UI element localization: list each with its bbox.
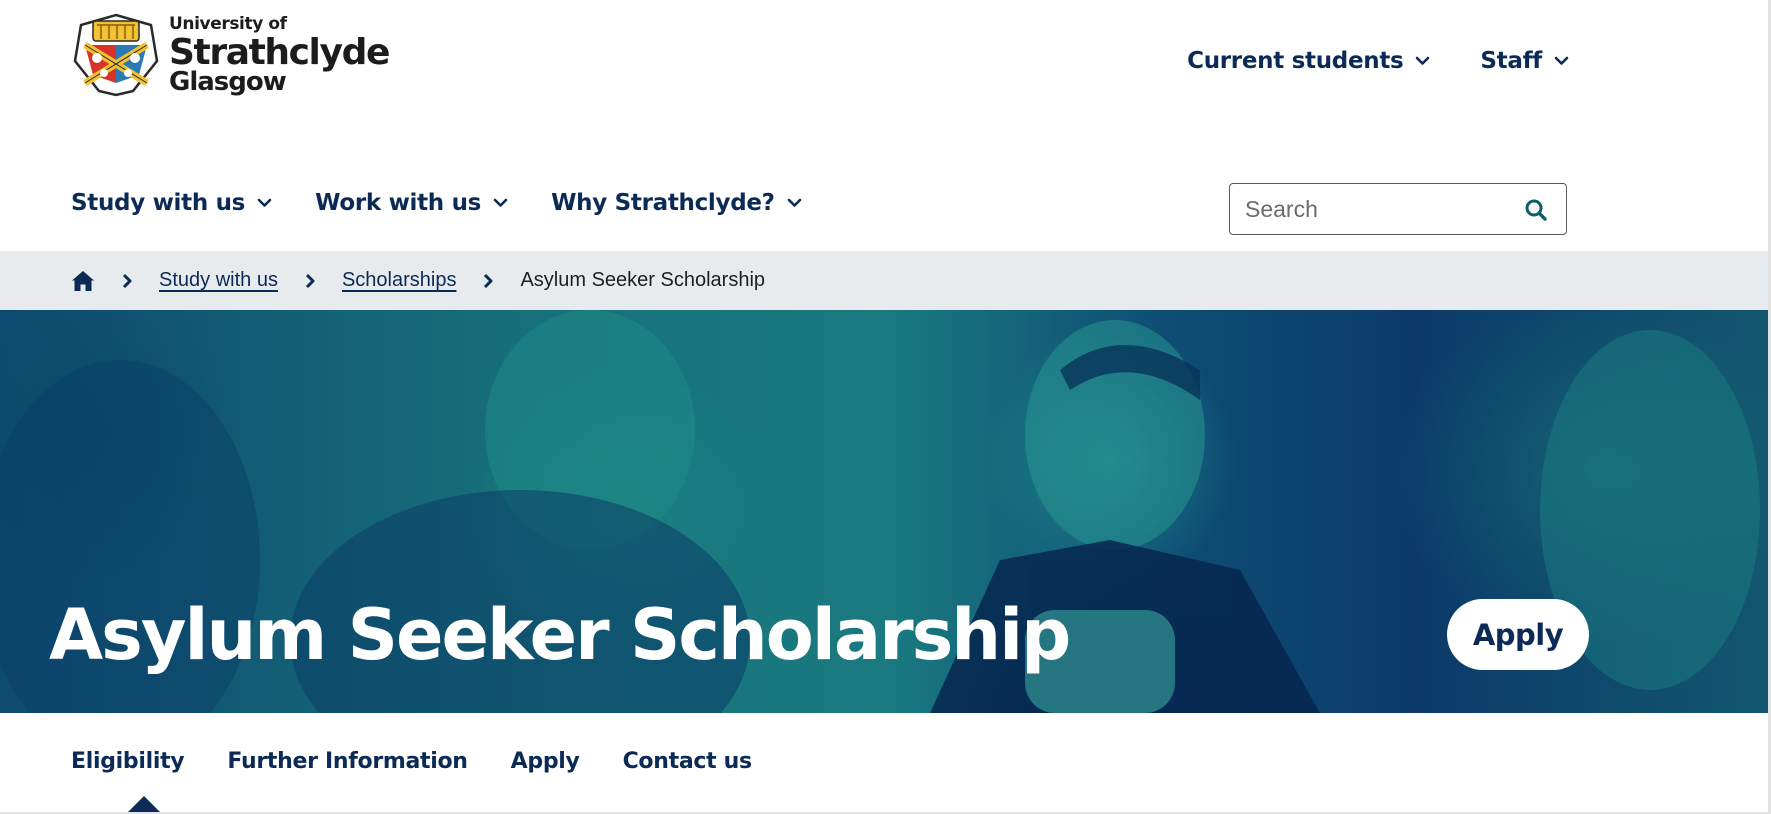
main-nav-why-strathclyde[interactable]: Why Strathclyde? bbox=[551, 190, 802, 216]
page-title: Asylum Seeker Scholarship bbox=[49, 594, 1071, 676]
main-nav-label: Work with us bbox=[315, 190, 482, 216]
chevron-down-icon bbox=[1416, 56, 1430, 65]
active-tab-indicator bbox=[127, 796, 161, 813]
chevron-down-icon bbox=[787, 198, 802, 207]
university-logo[interactable]: University of Strathclyde Glasgow bbox=[71, 13, 390, 97]
chevron-down-icon bbox=[1554, 56, 1569, 65]
breadcrumb: Study with us Scholarships Asylum Seeker… bbox=[71, 251, 765, 310]
crest-logo bbox=[73, 13, 159, 97]
chevron-down-icon bbox=[493, 198, 508, 207]
search-input[interactable] bbox=[1243, 194, 1517, 224]
breadcrumb-bar: Study with us Scholarships Asylum Seeker… bbox=[0, 251, 1768, 310]
search-box bbox=[1229, 183, 1567, 235]
chevron-right-icon bbox=[122, 273, 132, 288]
wordmark: University of Strathclyde Glasgow bbox=[169, 13, 390, 95]
tab-further-information[interactable]: Further Information bbox=[227, 749, 468, 774]
main-nav: Study with us Work with us Why Strathcly… bbox=[71, 190, 802, 216]
main-nav-study-with-us[interactable]: Study with us bbox=[71, 190, 272, 216]
main-nav-label: Study with us bbox=[71, 190, 246, 216]
section-tabs: Eligibility Further Information Apply Co… bbox=[71, 749, 752, 774]
utility-nav-label: Current students bbox=[1187, 48, 1404, 74]
breadcrumb-link-scholarships[interactable]: Scholarships bbox=[342, 269, 457, 292]
home-icon[interactable] bbox=[71, 270, 95, 292]
hero-banner: Asylum Seeker Scholarship Apply bbox=[0, 310, 1768, 713]
apply-button[interactable]: Apply bbox=[1447, 599, 1589, 670]
chevron-right-icon bbox=[484, 273, 493, 288]
breadcrumb-link-study-with-us[interactable]: Study with us bbox=[159, 269, 278, 292]
main-nav-label: Why Strathclyde? bbox=[551, 190, 775, 216]
breadcrumb-current: Asylum Seeker Scholarship bbox=[520, 269, 766, 291]
utility-nav-label: Staff bbox=[1480, 48, 1542, 74]
chevron-down-icon bbox=[257, 198, 272, 207]
tab-apply[interactable]: Apply bbox=[511, 749, 580, 774]
tab-eligibility[interactable]: Eligibility bbox=[71, 749, 185, 774]
wordmark-line-2: Strathclyde bbox=[169, 31, 390, 73]
utility-nav-staff[interactable]: Staff bbox=[1480, 48, 1569, 74]
tab-contact-us[interactable]: Contact us bbox=[623, 749, 753, 774]
utility-nav-current-students[interactable]: Current students bbox=[1187, 48, 1430, 74]
utility-nav: Current students Staff bbox=[1187, 48, 1569, 74]
chevron-right-icon bbox=[305, 273, 315, 288]
wordmark-line-1: University of bbox=[169, 13, 287, 34]
search-icon[interactable] bbox=[1524, 198, 1548, 222]
main-nav-work-with-us[interactable]: Work with us bbox=[315, 190, 508, 216]
